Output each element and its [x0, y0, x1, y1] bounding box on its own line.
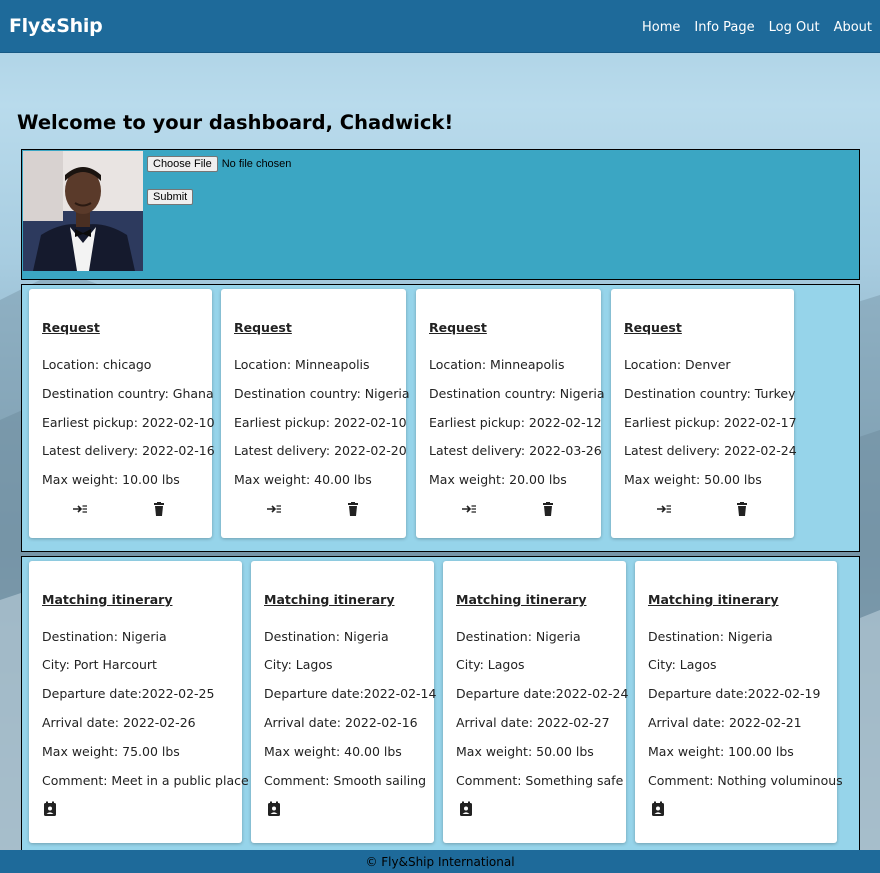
- itinerary-destination: Destination: Nigeria: [42, 629, 167, 644]
- request-max-weight: Max weight: 40.00 lbs: [234, 472, 372, 487]
- request-earliest-pickup: Earliest pickup: 2022-02-12: [429, 415, 602, 430]
- request-earliest-pickup: Earliest pickup: 2022-02-10: [42, 415, 215, 430]
- itinerary-max-weight: Max weight: 100.00 lbs: [648, 744, 794, 759]
- itinerary-max-weight: Max weight: 75.00 lbs: [42, 744, 180, 759]
- itinerary-departure-date: Departure date:2022-02-25: [42, 686, 215, 701]
- itinerary-card-title: Matching itinerary: [264, 592, 395, 607]
- itinerary-card: Matching itinerary Destination: Nigeria …: [29, 561, 249, 843]
- arrow-right-list-icon[interactable]: [72, 501, 88, 517]
- itinerary-card: Matching itinerary Destination: Nigeria …: [635, 561, 843, 843]
- itinerary-comment: Comment: Nothing voluminous: [648, 773, 843, 788]
- itinerary-comment: Comment: Meet in a public place: [42, 773, 249, 788]
- itinerary-max-weight: Max weight: 40.00 lbs: [264, 744, 402, 759]
- arrow-right-list-icon[interactable]: [461, 501, 477, 517]
- nav-log-out-link[interactable]: Log Out: [769, 20, 820, 35]
- file-picker-row: Choose File No file chosen: [147, 156, 291, 172]
- itinerary-arrival-date: Arrival date: 2022-02-26: [42, 715, 196, 730]
- request-latest-delivery: Latest delivery: 2022-02-24: [624, 443, 797, 458]
- submit-button[interactable]: Submit: [147, 189, 194, 205]
- itinerary-city: City: Port Harcourt: [42, 657, 157, 672]
- submit-row: Submit: [147, 185, 194, 205]
- itinerary-destination: Destination: Nigeria: [648, 629, 773, 644]
- request-earliest-pickup: Earliest pickup: 2022-02-10: [234, 415, 407, 430]
- request-destination: Destination country: Nigeria: [429, 386, 605, 401]
- request-location: Location: chicago: [42, 357, 152, 372]
- contact-book-icon[interactable]: [650, 801, 666, 817]
- request-destination: Destination country: Ghana: [42, 386, 214, 401]
- itinerary-max-weight: Max weight: 50.00 lbs: [456, 744, 594, 759]
- request-location: Location: Denver: [624, 357, 731, 372]
- request-max-weight: Max weight: 10.00 lbs: [42, 472, 180, 487]
- itinerary-departure-date: Departure date:2022-02-24: [456, 686, 629, 701]
- page-footer: © Fly&Ship International: [0, 850, 880, 873]
- request-card: Request Location: Minneapolis Destinatio…: [416, 289, 605, 538]
- itinerary-arrival-date: Arrival date: 2022-02-16: [264, 715, 418, 730]
- itinerary-comment: Comment: Something safe: [456, 773, 624, 788]
- itinerary-arrival-date: Arrival date: 2022-02-21: [648, 715, 802, 730]
- itinerary-card: Matching itinerary Destination: Nigeria …: [443, 561, 629, 843]
- trash-icon[interactable]: [151, 501, 167, 517]
- request-card: Request Location: chicago Destination co…: [29, 289, 215, 538]
- request-card: Request Location: Minneapolis Destinatio…: [221, 289, 410, 538]
- itinerary-comment: Comment: Smooth sailing: [264, 773, 427, 788]
- nav-links: Home Info Page Log Out About: [628, 20, 872, 35]
- itinerary-card-title: Matching itinerary: [42, 592, 173, 607]
- itinerary-arrival-date: Arrival date: 2022-02-27: [456, 715, 610, 730]
- request-earliest-pickup: Earliest pickup: 2022-02-17: [624, 415, 797, 430]
- arrow-right-list-icon[interactable]: [266, 501, 282, 517]
- request-card-title: Request: [42, 320, 100, 335]
- request-latest-delivery: Latest delivery: 2022-02-20: [234, 443, 407, 458]
- request-card-title: Request: [234, 320, 292, 335]
- request-max-weight: Max weight: 20.00 lbs: [429, 472, 567, 487]
- trash-icon[interactable]: [540, 501, 556, 517]
- footer-copyright: © Fly&Ship International: [365, 855, 515, 869]
- request-destination: Destination country: Turkey: [624, 386, 796, 401]
- arrow-right-list-icon[interactable]: [656, 501, 672, 517]
- request-card-title: Request: [429, 320, 487, 335]
- itinerary-card: Matching itinerary Destination: Nigeria …: [251, 561, 437, 843]
- request-card: Request Location: Denver Destination cou…: [611, 289, 797, 538]
- request-destination: Destination country: Nigeria: [234, 386, 410, 401]
- itinerary-city: City: Lagos: [648, 657, 717, 672]
- request-max-weight: Max weight: 50.00 lbs: [624, 472, 762, 487]
- contact-book-icon[interactable]: [458, 801, 474, 817]
- file-status-text: No file chosen: [221, 158, 292, 170]
- itinerary-destination: Destination: Nigeria: [264, 629, 389, 644]
- itinerary-departure-date: Departure date:2022-02-19: [648, 686, 821, 701]
- top-navbar: Fly&Ship Home Info Page Log Out About: [0, 0, 880, 53]
- request-card-title: Request: [624, 320, 682, 335]
- request-location: Location: Minneapolis: [234, 357, 370, 372]
- request-location: Location: Minneapolis: [429, 357, 565, 372]
- itinerary-city: City: Lagos: [456, 657, 525, 672]
- nav-about-link[interactable]: About: [834, 20, 872, 35]
- itinerary-departure-date: Departure date:2022-02-14: [264, 686, 437, 701]
- itinerary-card-title: Matching itinerary: [456, 592, 587, 607]
- itinerary-card-title: Matching itinerary: [648, 592, 779, 607]
- itineraries-section: Matching itinerary Destination: Nigeria …: [21, 556, 860, 856]
- contact-book-icon[interactable]: [42, 801, 58, 817]
- nav-home-link[interactable]: Home: [642, 20, 680, 35]
- contact-book-icon[interactable]: [266, 801, 282, 817]
- profile-avatar: [23, 151, 143, 271]
- welcome-heading: Welcome to your dashboard, Chadwick!: [17, 111, 454, 134]
- trash-icon[interactable]: [734, 501, 750, 517]
- request-latest-delivery: Latest delivery: 2022-03-26: [429, 443, 602, 458]
- profile-upload-panel: Choose File No file chosen Submit: [21, 149, 860, 280]
- itinerary-city: City: Lagos: [264, 657, 333, 672]
- choose-file-button[interactable]: Choose File: [147, 156, 218, 172]
- requests-section: Request Location: chicago Destination co…: [21, 284, 860, 552]
- trash-icon[interactable]: [345, 501, 361, 517]
- nav-info-page-link[interactable]: Info Page: [694, 20, 754, 35]
- request-latest-delivery: Latest delivery: 2022-02-16: [42, 443, 215, 458]
- brand-logo[interactable]: Fly&Ship: [9, 15, 103, 37]
- itinerary-destination: Destination: Nigeria: [456, 629, 581, 644]
